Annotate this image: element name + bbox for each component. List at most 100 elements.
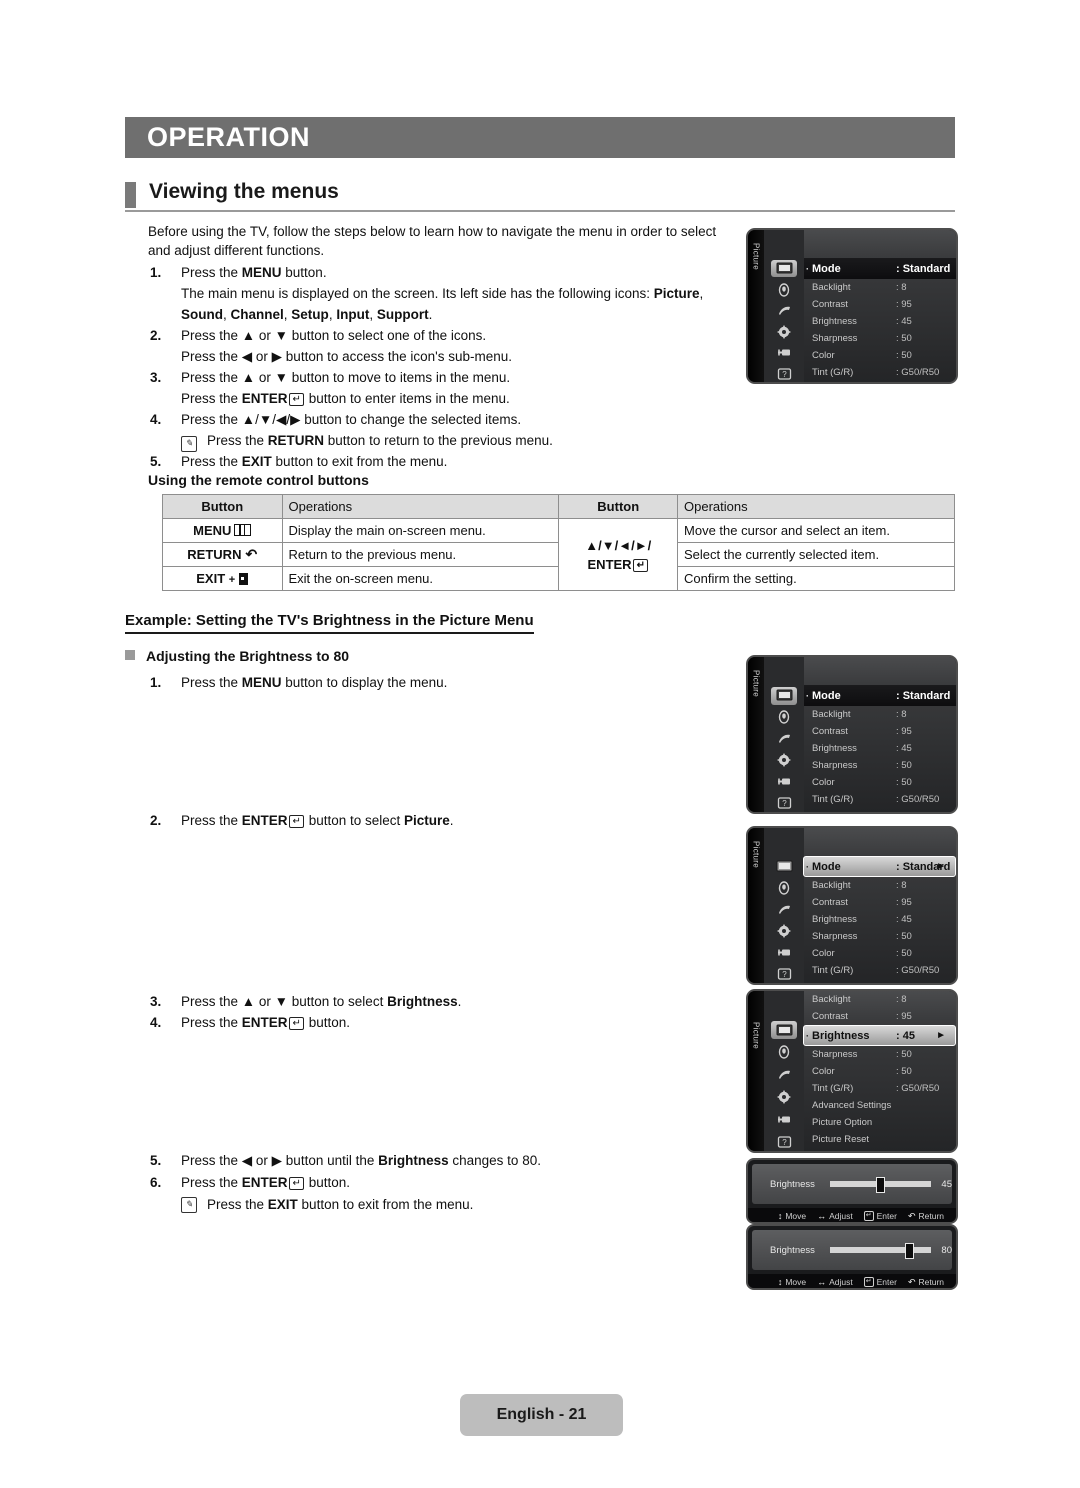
osd-row-tint[interactable]: Tint (G/R): G50/R50 [804,791,956,808]
enter-key-icon: ↵ [288,815,304,828]
hint-label: Return [918,1277,944,1287]
col-header-operations-right: Operations [677,494,955,519]
slider-value: 45 [941,1178,952,1190]
osd-row-label: Contrast [812,897,848,908]
osd-row-value: : 8 [896,709,907,720]
osd-row-tint[interactable]: Tint (G/R): G50/R50 [804,364,956,381]
osd-row-picture-option[interactable]: Picture Option [804,1114,956,1131]
hint-label: Enter [876,1211,897,1221]
step-item: 4. Press the ▲/▼/◀/▶ button to change th… [148,409,748,452]
step-item: 3. Press the ▲ or ▼ button to move to it… [148,367,748,409]
osd-row-contrast[interactable]: Contrast: 95 [804,296,956,313]
step-number: 5. [150,1153,162,1168]
step-text: Press the MENU button to display the men… [181,675,448,690]
section-header-bar: OPERATION [125,117,955,158]
page-title: OPERATION [147,122,311,152]
osd-row-tint[interactable]: Tint (G/R): G50/R50 [804,1080,956,1097]
osd-row-tint[interactable]: Tint (G/R): G50/R50 [804,962,956,979]
osd-row-color[interactable]: Color: 50 [804,945,956,962]
heading-divider [125,210,955,212]
exit-door-icon [239,573,249,585]
step-line: Press the ▲ or ▼ button to select one of… [181,328,487,343]
step-number: 3. [150,994,162,1009]
osd-row-label: Backlight [812,709,851,720]
osd-tab-picture: Picture [748,828,764,983]
osd-row-label: Sharpness [812,931,858,942]
subsection-heading: Viewing the menus [125,180,955,214]
osd-row-sharpness[interactable]: Sharpness: 50 [804,757,956,774]
slider-thumb[interactable] [904,1243,914,1259]
sound-icon [771,880,797,898]
osd-row-mode[interactable]: · Mode : Standard [804,685,956,706]
osd-row-value: : 45 [896,1029,915,1042]
example-step-3: 3. Press the ▲ or ▼ button to select Bri… [148,991,761,1012]
cell-operation-select: Select the currently selected item. [677,542,955,567]
channel-icon [771,302,797,319]
osd-row-value: : 50 [896,333,912,344]
example-bullet-text: Adjusting the Brightness to 80 [146,648,350,664]
using-remote-title: Using the remote control buttons [148,472,369,488]
osd-row-mode[interactable]: · Mode : Standard [804,258,956,279]
step-number: 4. [150,412,162,427]
svg-text:?: ? [782,970,787,979]
osd-row-brightness[interactable]: Brightness: 45 [804,740,956,757]
example-step-1: 1. Press the MENU button to display the … [148,672,761,693]
step-line: Press the MENU button. [181,265,327,280]
osd-row-label: Brightness [812,914,857,925]
osd-row-value: : 95 [896,1011,912,1022]
enter-key-icon: ↵ [632,558,648,572]
osd-row-color[interactable]: Color: 50 [804,774,956,791]
osd-row-brightness[interactable]: Brightness: 45 [804,911,956,928]
slider-track[interactable] [830,1177,932,1193]
osd-row-label: Contrast [812,1011,848,1022]
step-text: Press the ▲ or ▼ button to select Bright… [181,994,462,1009]
hint-return: ↶ Return [908,1277,944,1288]
osd-row-label: Color [812,948,835,959]
osd-row-brightness[interactable]: Brightness: 45 [804,313,956,330]
col-header-operations-left: Operations [281,494,560,519]
slider-thumb[interactable] [876,1177,886,1193]
osd-item-list: Backlight: 8 Contrast : 95 · Brightness :… [803,991,956,1151]
example-step-4: 4. Press the ENTER ↵ button. [148,1012,761,1033]
picture-icon [771,1021,797,1040]
osd-row-backlight[interactable]: Backlight : 8 [804,706,956,723]
left-right-arrows-icon: ↔ [817,1211,827,1221]
manual-page: OPERATION Viewing the menus Before using… [0,0,1080,1488]
osd-row-color[interactable]: Color: 50 [804,347,956,364]
osd-row-value: : 45 [896,316,912,327]
osd-row-sharpness[interactable]: Sharpness: 50 [804,928,956,945]
osd-row-brightness-selected[interactable]: · Brightness : 45 ► [803,1025,956,1046]
hint-adjust: ↔ Adjust [817,1211,853,1221]
channel-icon [771,1066,797,1084]
slider-track[interactable] [830,1243,932,1259]
slider-value: 80 [941,1244,952,1256]
osd-icon-rail: ? [764,991,804,1151]
col-header-button-right: Button [558,494,679,519]
osd-row-backlight[interactable]: Backlight: 8 [804,991,956,1008]
osd-row-color[interactable]: Color: 50 [804,1063,956,1080]
table-row: RETURN ↶ Return to the previous menu. Sel… [162,542,955,567]
osd-row-contrast[interactable]: Contrast: 95 [804,723,956,740]
osd-row-advanced-settings[interactable]: Advanced Settings [804,1097,956,1114]
input-icon [771,1110,797,1128]
osd-row-label: Picture Reset [812,1134,870,1145]
osd-row-contrast[interactable]: Contrast: 95 [804,894,956,911]
input-icon [771,344,797,361]
osd-row-contrast[interactable]: Contrast : 95 [804,1008,956,1025]
hint-enter: ↵ Enter [863,1211,897,1221]
osd-row-label: Sharpness [812,333,858,344]
osd-row-label: Picture Option [812,1117,873,1128]
osd-row-sharpness[interactable]: Sharpness : 50 [804,330,956,347]
picture-icon [771,260,797,277]
osd-row-value: : Standard [896,689,951,702]
osd-tab-label: Picture [751,670,761,697]
osd-row-label: Backlight [812,880,851,891]
input-icon [771,773,797,791]
step-text: Press the ◀ or ▶ button until the Bright… [181,1153,541,1168]
note-icon: ✎ [181,436,197,452]
osd-row-picture-reset[interactable]: Picture Reset [804,1131,956,1148]
osd-row-backlight[interactable]: Backlight: 8 [804,279,956,296]
osd-row-sharpness[interactable]: Sharpness: 50 [804,1046,956,1063]
osd-row-mode-selected[interactable]: · Mode : Standard ► [803,856,956,877]
osd-row-backlight[interactable]: Backlight: 8 [804,877,956,894]
